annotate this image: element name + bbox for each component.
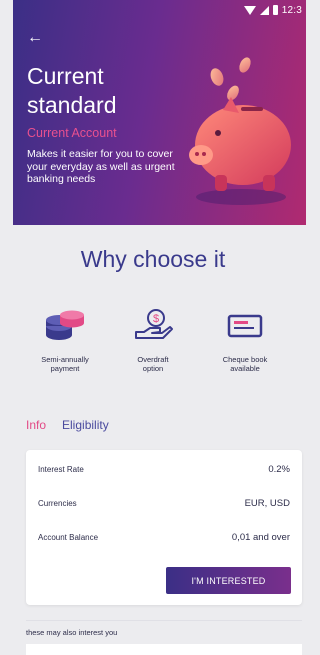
coins-stack-icon <box>46 310 84 340</box>
detail-row-interest-rate: Interest Rate 0.2% <box>38 464 290 475</box>
account-details-card: Interest Rate 0.2% Currencies EUR, USD A… <box>26 450 302 605</box>
detail-key: Currencies <box>38 499 77 508</box>
feature-label: Cheque book available <box>222 355 268 373</box>
also-interest-label: these may also interest you <box>26 628 118 637</box>
feature-label: Semi-annually payment <box>41 355 89 373</box>
detail-key: Account Balance <box>38 533 99 542</box>
account-description: Makes it easier for you to cover your ev… <box>27 148 175 185</box>
svg-text:$: $ <box>153 313 159 325</box>
battery-icon <box>272 5 278 15</box>
status-time: 12:3 <box>281 4 302 16</box>
detail-value: 0.2% <box>268 464 290 475</box>
status-bar: 12:3 <box>13 0 306 20</box>
hand-coin-icon: $ <box>135 309 173 339</box>
detail-row-currencies: Currencies EUR, USD <box>38 498 290 509</box>
account-type-subtitle: Current Account <box>27 126 117 140</box>
page-title: Current standard <box>27 63 117 118</box>
piggy-bank-illustration <box>189 57 291 205</box>
detail-value: 0,01 and over <box>231 532 290 543</box>
section-divider <box>26 620 302 621</box>
tab-info[interactable]: Info <box>26 418 46 432</box>
feature-overdraft-option: $ Overdraft option <box>108 308 198 373</box>
detail-row-account-balance: Account Balance 0,01 and over <box>38 532 290 543</box>
detail-key: Interest Rate <box>38 465 84 474</box>
detail-value: EUR, USD <box>244 498 290 509</box>
feature-semi-annual-payment: Semi-annually payment <box>20 308 110 373</box>
feature-cheque-book: Cheque book available <box>200 308 290 373</box>
wifi-icon <box>243 5 256 15</box>
back-arrow-icon[interactable]: ← <box>27 30 43 46</box>
hero-banner: 12:3 ← Current standard Current Account … <box>13 0 306 225</box>
signal-icon <box>259 5 269 15</box>
tab-eligibility[interactable]: Eligibility <box>62 418 109 432</box>
feature-label: Overdraft option <box>137 355 169 373</box>
interested-button[interactable]: I'M INTERESTED <box>166 567 291 594</box>
why-choose-heading: Why choose it <box>80 246 226 272</box>
related-products-strip <box>26 644 302 655</box>
details-tabs: Info Eligibility <box>26 418 109 432</box>
cheque-icon <box>227 314 263 338</box>
